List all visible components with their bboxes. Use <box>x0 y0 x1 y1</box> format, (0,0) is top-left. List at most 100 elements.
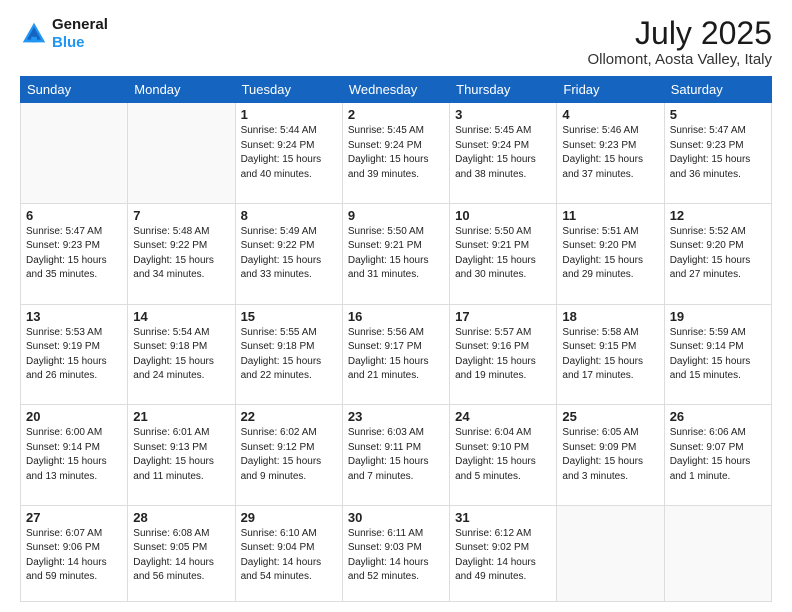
calendar-cell: 1Sunrise: 5:44 AM Sunset: 9:24 PM Daylig… <box>235 103 342 204</box>
day-info: Sunrise: 5:45 AM Sunset: 9:24 PM Dayligh… <box>348 124 444 182</box>
day-info: Sunrise: 5:46 AM Sunset: 9:23 PM Dayligh… <box>562 124 658 182</box>
weekday-header-saturday: Saturday <box>664 77 771 103</box>
day-info: Sunrise: 6:03 AM Sunset: 9:11 PM Dayligh… <box>348 426 444 484</box>
calendar-cell: 24 Sunrise: 6:04 AM Sunset: 9:10 PM Dayli… <box>450 405 557 506</box>
day-info: Sunrise: 5:44 AM Sunset: 9:24 PM Dayligh… <box>241 124 337 182</box>
calendar-cell: 5Sunrise: 5:47 AM Sunset: 9:23 PM Daylig… <box>664 103 771 204</box>
day-number: 10 <box>455 208 551 223</box>
day-number: 19 <box>670 309 766 324</box>
day-info: Sunrise: 5:59 AM Sunset: 9:14 PM Dayligh… <box>670 326 766 384</box>
calendar-cell: 13 Sunrise: 5:53 AM Sunset: 9:19 PM Dayli… <box>21 304 128 405</box>
calendar-cell: 18Sunrise: 5:58 AM Sunset: 9:15 PM Dayli… <box>557 304 664 405</box>
day-number: 16 <box>348 309 444 324</box>
calendar-cell: 21Sunrise: 6:01 AM Sunset: 9:13 PM Dayli… <box>128 405 235 506</box>
calendar-cell: 28 Sunrise: 6:08 AM Sunset: 9:05 PM Dayli… <box>128 505 235 601</box>
day-number: 15 <box>241 309 337 324</box>
day-info: Sunrise: 5:48 AM Sunset: 9:22 PM Dayligh… <box>133 225 229 283</box>
calendar-cell: 14 Sunrise: 5:54 AM Sunset: 9:18 PM Dayli… <box>128 304 235 405</box>
calendar-cell: 15 Sunrise: 5:55 AM Sunset: 9:18 PM Dayli… <box>235 304 342 405</box>
day-info: Sunrise: 5:56 AM Sunset: 9:17 PM Dayligh… <box>348 326 444 384</box>
day-info: Sunrise: 6:06 AM Sunset: 9:07 PM Dayligh… <box>670 426 766 484</box>
day-info: Sunrise: 6:02 AM Sunset: 9:12 PM Dayligh… <box>241 426 337 484</box>
calendar-cell <box>128 103 235 204</box>
day-info: Sunrise: 6:10 AM Sunset: 9:04 PM Dayligh… <box>241 527 337 585</box>
day-info: Sunrise: 6:00 AM Sunset: 9:14 PM Dayligh… <box>26 426 122 484</box>
day-number: 14 <box>133 309 229 324</box>
day-number: 6 <box>26 208 122 223</box>
week-row-3: 13 Sunrise: 5:53 AM Sunset: 9:19 PM Dayli… <box>21 304 772 405</box>
calendar-cell: 26Sunrise: 6:06 AM Sunset: 9:07 PM Dayli… <box>664 405 771 506</box>
calendar-cell: 16 Sunrise: 5:56 AM Sunset: 9:17 PM Dayli… <box>342 304 449 405</box>
day-number: 17 <box>455 309 551 324</box>
calendar-cell: 10Sunrise: 5:50 AM Sunset: 9:21 PM Dayli… <box>450 203 557 304</box>
day-number: 4 <box>562 107 658 122</box>
calendar-cell: 2 Sunrise: 5:45 AM Sunset: 9:24 PM Daylig… <box>342 103 449 204</box>
day-number: 12 <box>670 208 766 223</box>
page: General Blue July 2025 Ollomont, Aosta V… <box>0 0 792 612</box>
day-info: Sunrise: 6:12 AM Sunset: 9:02 PM Dayligh… <box>455 527 551 585</box>
calendar-table: SundayMondayTuesdayWednesdayThursdayFrid… <box>20 76 772 602</box>
day-number: 22 <box>241 409 337 424</box>
day-info: Sunrise: 5:52 AM Sunset: 9:20 PM Dayligh… <box>670 225 766 283</box>
title-block: July 2025 Ollomont, Aosta Valley, Italy <box>587 16 772 68</box>
day-info: Sunrise: 5:53 AM Sunset: 9:19 PM Dayligh… <box>26 326 122 384</box>
day-info: Sunrise: 6:08 AM Sunset: 9:05 PM Dayligh… <box>133 527 229 585</box>
calendar-title: July 2025 <box>587 16 772 51</box>
calendar-cell <box>664 505 771 601</box>
week-row-1: 1Sunrise: 5:44 AM Sunset: 9:24 PM Daylig… <box>21 103 772 204</box>
weekday-header-monday: Monday <box>128 77 235 103</box>
day-info: Sunrise: 5:58 AM Sunset: 9:15 PM Dayligh… <box>562 326 658 384</box>
day-info: Sunrise: 5:47 AM Sunset: 9:23 PM Dayligh… <box>26 225 122 283</box>
day-number: 7 <box>133 208 229 223</box>
weekday-header-thursday: Thursday <box>450 77 557 103</box>
calendar-cell: 6 Sunrise: 5:47 AM Sunset: 9:23 PM Daylig… <box>21 203 128 304</box>
calendar-cell: 30 Sunrise: 6:11 AM Sunset: 9:03 PM Dayli… <box>342 505 449 601</box>
calendar-cell: 8 Sunrise: 5:49 AM Sunset: 9:22 PM Daylig… <box>235 203 342 304</box>
calendar-cell: 25 Sunrise: 6:05 AM Sunset: 9:09 PM Dayli… <box>557 405 664 506</box>
calendar-cell: 22 Sunrise: 6:02 AM Sunset: 9:12 PM Dayli… <box>235 405 342 506</box>
weekday-header-row: SundayMondayTuesdayWednesdayThursdayFrid… <box>21 77 772 103</box>
logo-icon <box>20 20 48 48</box>
day-number: 30 <box>348 510 444 525</box>
day-number: 13 <box>26 309 122 324</box>
day-info: Sunrise: 5:54 AM Sunset: 9:18 PM Dayligh… <box>133 326 229 384</box>
header: General Blue July 2025 Ollomont, Aosta V… <box>20 16 772 68</box>
day-number: 28 <box>133 510 229 525</box>
day-info: Sunrise: 5:57 AM Sunset: 9:16 PM Dayligh… <box>455 326 551 384</box>
logo: General Blue <box>20 16 108 52</box>
day-number: 2 <box>348 107 444 122</box>
day-info: Sunrise: 6:04 AM Sunset: 9:10 PM Dayligh… <box>455 426 551 484</box>
calendar-cell: 11 Sunrise: 5:51 AM Sunset: 9:20 PM Dayli… <box>557 203 664 304</box>
calendar-cell: 29 Sunrise: 6:10 AM Sunset: 9:04 PM Dayli… <box>235 505 342 601</box>
day-number: 11 <box>562 208 658 223</box>
weekday-header-wednesday: Wednesday <box>342 77 449 103</box>
calendar-cell: 7 Sunrise: 5:48 AM Sunset: 9:22 PM Daylig… <box>128 203 235 304</box>
week-row-5: 27Sunrise: 6:07 AM Sunset: 9:06 PM Dayli… <box>21 505 772 601</box>
day-info: Sunrise: 5:49 AM Sunset: 9:22 PM Dayligh… <box>241 225 337 283</box>
calendar-cell: 19 Sunrise: 5:59 AM Sunset: 9:14 PM Dayli… <box>664 304 771 405</box>
day-number: 29 <box>241 510 337 525</box>
day-number: 23 <box>348 409 444 424</box>
day-number: 25 <box>562 409 658 424</box>
calendar-cell: 17 Sunrise: 5:57 AM Sunset: 9:16 PM Dayli… <box>450 304 557 405</box>
day-info: Sunrise: 6:01 AM Sunset: 9:13 PM Dayligh… <box>133 426 229 484</box>
calendar-cell: 3Sunrise: 5:45 AM Sunset: 9:24 PM Daylig… <box>450 103 557 204</box>
calendar-cell: 31 Sunrise: 6:12 AM Sunset: 9:02 PM Dayli… <box>450 505 557 601</box>
day-number: 24 <box>455 409 551 424</box>
day-info: Sunrise: 5:47 AM Sunset: 9:23 PM Dayligh… <box>670 124 766 182</box>
day-info: Sunrise: 5:55 AM Sunset: 9:18 PM Dayligh… <box>241 326 337 384</box>
day-number: 31 <box>455 510 551 525</box>
calendar-cell: 4 Sunrise: 5:46 AM Sunset: 9:23 PM Daylig… <box>557 103 664 204</box>
calendar-cell: 27Sunrise: 6:07 AM Sunset: 9:06 PM Dayli… <box>21 505 128 601</box>
calendar-subtitle: Ollomont, Aosta Valley, Italy <box>587 51 772 68</box>
week-row-4: 20 Sunrise: 6:00 AM Sunset: 9:14 PM Dayli… <box>21 405 772 506</box>
day-info: Sunrise: 6:07 AM Sunset: 9:06 PM Dayligh… <box>26 527 122 585</box>
day-info: Sunrise: 6:11 AM Sunset: 9:03 PM Dayligh… <box>348 527 444 585</box>
day-number: 20 <box>26 409 122 424</box>
calendar-cell: 12 Sunrise: 5:52 AM Sunset: 9:20 PM Dayli… <box>664 203 771 304</box>
day-number: 8 <box>241 208 337 223</box>
weekday-header-friday: Friday <box>557 77 664 103</box>
day-number: 9 <box>348 208 444 223</box>
day-info: Sunrise: 6:05 AM Sunset: 9:09 PM Dayligh… <box>562 426 658 484</box>
day-info: Sunrise: 5:51 AM Sunset: 9:20 PM Dayligh… <box>562 225 658 283</box>
